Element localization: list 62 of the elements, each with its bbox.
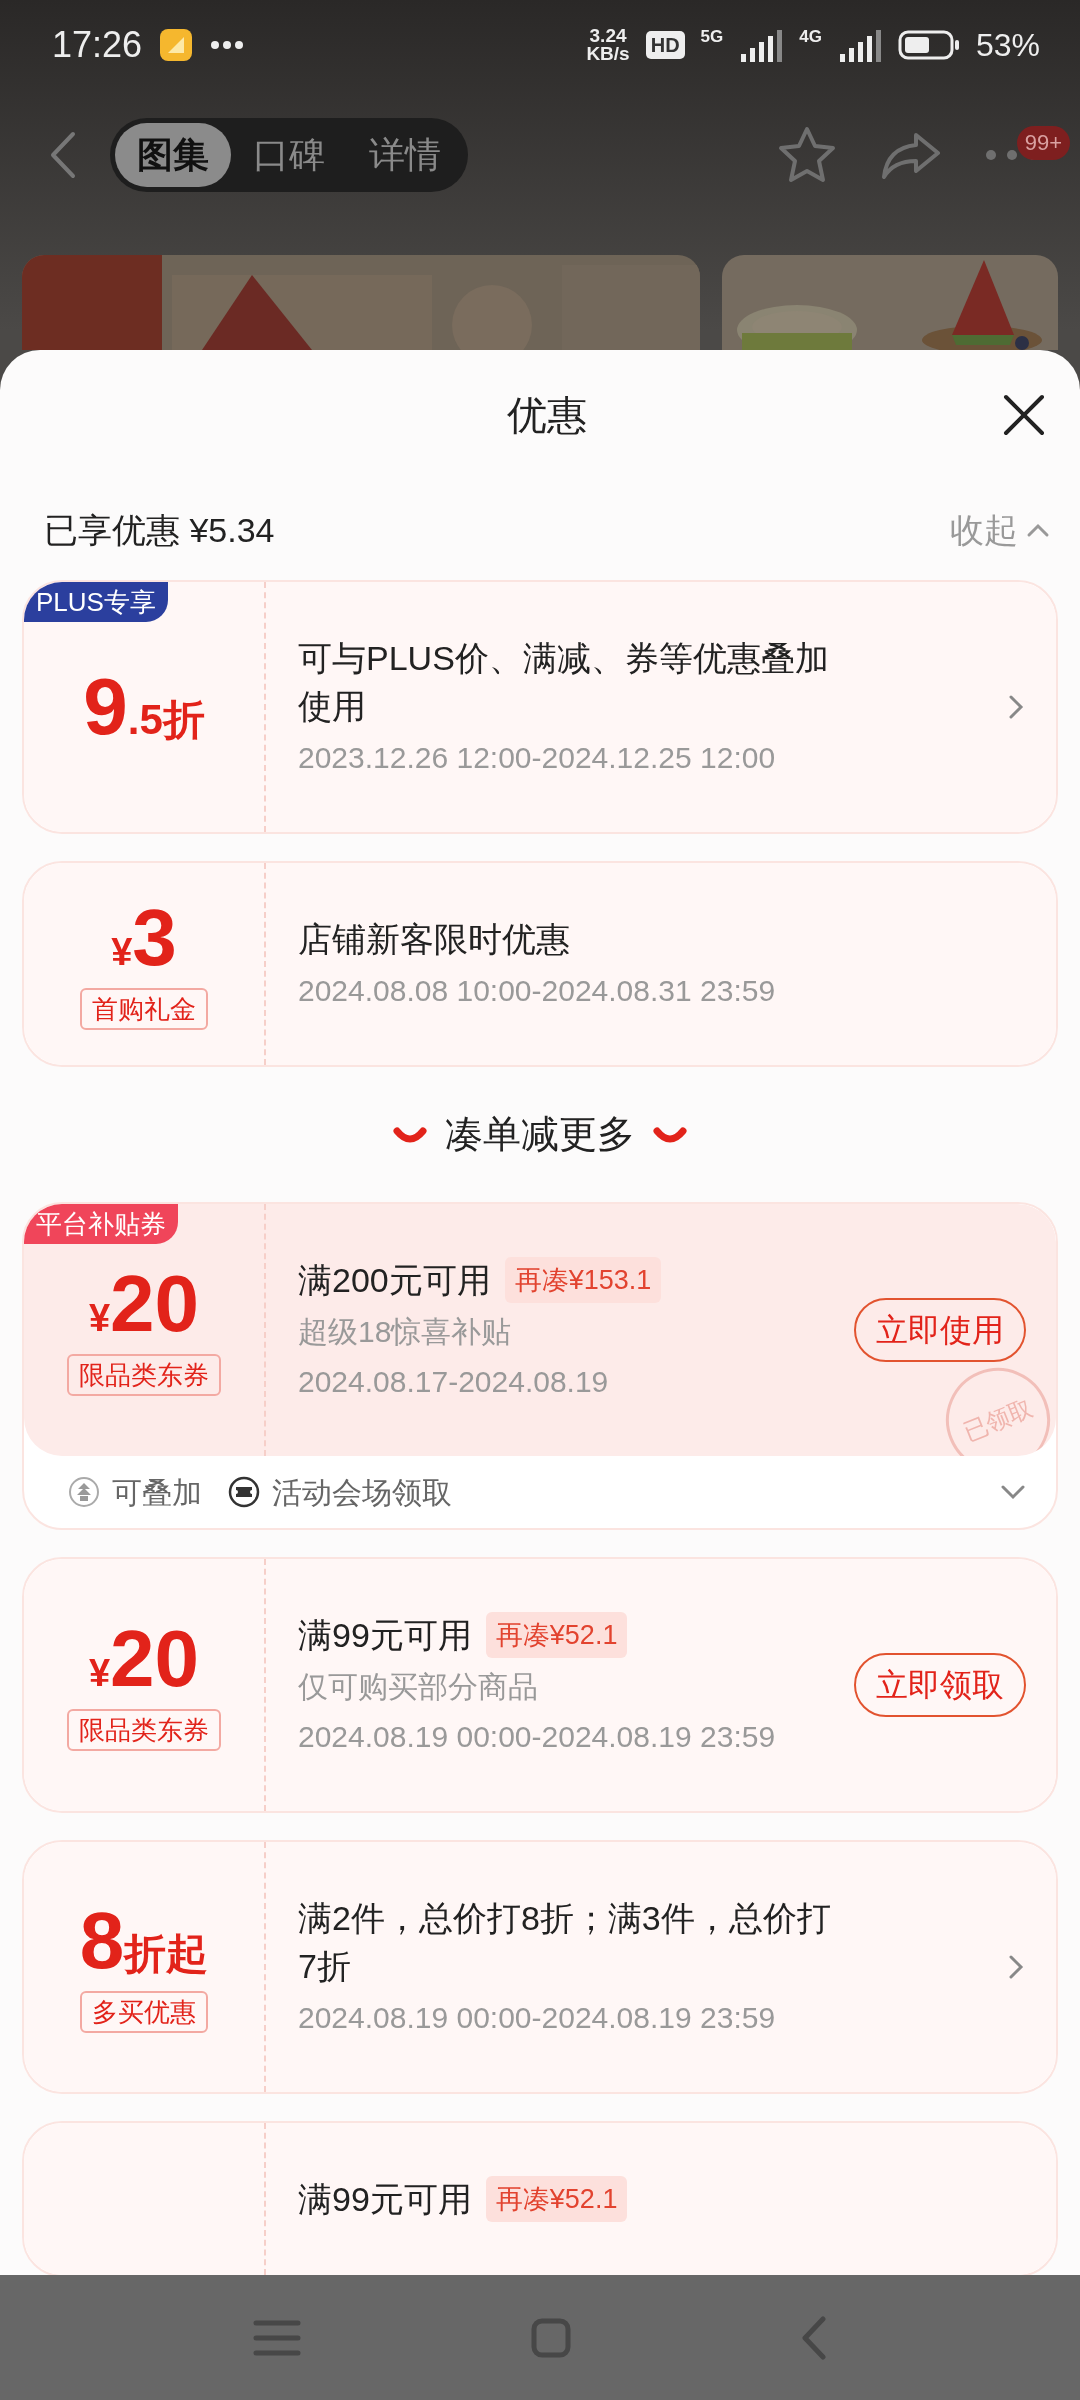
coupon-title: 满99元可用 [298, 1615, 472, 1656]
discount-amount: 8折起 [79, 1901, 209, 1981]
coupon-title: 满99元可用 [298, 2179, 472, 2220]
discount-amount: 9.5折 [83, 667, 205, 747]
remaining-amount-tag: 再凑¥52.1 [485, 2176, 628, 2222]
network-type: 5G [700, 28, 724, 45]
back-icon[interactable] [48, 130, 78, 180]
close-icon [1002, 393, 1046, 437]
coupon-title: 满200元可用 [298, 1260, 491, 1301]
menu-icon[interactable] [253, 2318, 301, 2357]
network-speed: 3.24 KB/s [586, 27, 630, 63]
coupon-action-button[interactable]: 立即领取 [854, 1653, 1026, 1717]
collapse-button[interactable]: 收起 [950, 504, 1050, 556]
more-notifications-icon [210, 40, 245, 50]
home-icon[interactable] [531, 2317, 571, 2358]
validity-period: 2023.12.26 12:00-2024.12.25 12:00 [298, 740, 777, 776]
corner-tag: 平台补贴券 [24, 1204, 178, 1244]
discount-amount: ¥20 [88, 1619, 200, 1699]
coupon-type-label: 首购礼金 [80, 988, 208, 1030]
sheet-title: 优惠 [507, 392, 587, 439]
stack-icon [68, 1476, 100, 1508]
section-title: 凑单减更多 [445, 1112, 635, 1157]
share-icon[interactable] [880, 131, 942, 179]
signal-icon [837, 28, 882, 62]
discount-amount: ¥20 [88, 1264, 200, 1344]
validity-period: 2024.08.08 10:00-2024.08.31 23:59 [298, 973, 777, 1009]
remaining-amount-tag: 再凑¥153.1 [504, 1257, 662, 1303]
tab[interactable]: 图集 [115, 123, 231, 187]
signal-icon [739, 28, 784, 62]
discount-summary: 已享优惠 ¥5.34 [44, 509, 275, 551]
validity-period: 2024.08.19 00:00-2024.08.19 23:59 [298, 2000, 777, 2036]
hd-badge: HD [645, 31, 685, 59]
coupon-type-label: 多买优惠 [80, 1991, 208, 2033]
coupon-type-label: 限品类东券 [67, 1709, 221, 1751]
clock-time: 17:26 [52, 23, 143, 67]
coupon-title: 可与PLUS价、满减、券等优惠叠加使用 [298, 638, 830, 727]
coupon-title: 店铺新客限时优惠 [298, 919, 570, 960]
validity-period: 2024.08.19 00:00-2024.08.19 23:59 [298, 1719, 777, 1755]
chevron-up-icon [1026, 522, 1050, 538]
notification-badge: 99+ [1016, 126, 1070, 160]
smile-curve-icon [393, 1124, 427, 1145]
network-type: 4G [799, 28, 822, 45]
notification-icon [158, 27, 195, 63]
coupon-action-button[interactable]: 立即使用 [854, 1298, 1026, 1362]
tab[interactable]: 详情 [347, 123, 463, 187]
remaining-amount-tag: 再凑¥52.1 [485, 1612, 628, 1658]
battery-icon [897, 29, 960, 61]
ticket-icon [228, 1476, 260, 1508]
coupon-feature: 可叠加 [112, 1474, 202, 1511]
validity-period: 2024.08.17-2024.08.19 [298, 1364, 610, 1400]
tab[interactable]: 口碑 [231, 123, 347, 187]
coupon-subtitle: 超级18惊喜补贴 [298, 1314, 513, 1350]
coupon-title: 满2件，总价打8折；满3件，总价打7折 [298, 1898, 832, 1987]
star-icon[interactable] [776, 125, 838, 185]
corner-tag: PLUS专享 [24, 582, 168, 622]
smile-curve-icon [653, 1124, 687, 1145]
back-icon[interactable] [801, 2315, 827, 2360]
coupon-subtitle: 仅可购买部分商品 [298, 1669, 539, 1705]
coupon-type-label: 限品类东券 [67, 1354, 221, 1396]
battery-level: 53% [975, 26, 1040, 65]
discount-amount: ¥3 [111, 898, 177, 978]
coupon-feature: 活动会场领取 [272, 1474, 452, 1511]
